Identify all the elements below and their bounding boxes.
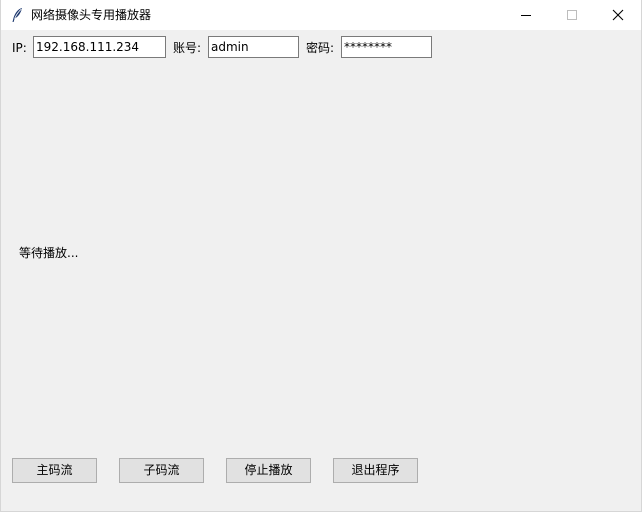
window-title: 网络摄像头专用播放器 xyxy=(31,8,152,22)
password-label: 密码: xyxy=(306,41,335,55)
exit-button[interactable]: 退出程序 xyxy=(333,458,418,483)
close-button[interactable] xyxy=(595,0,641,30)
maximize-button[interactable] xyxy=(549,0,595,30)
minimize-icon xyxy=(521,15,531,16)
title-bar[interactable]: 网络摄像头专用播放器 xyxy=(1,0,641,30)
main-stream-button[interactable]: 主码流 xyxy=(12,458,97,483)
main-window: 网络摄像头专用播放器 IP: 账号: 密码: 等待播放... 主码流 子码流 停… xyxy=(0,0,642,512)
account-input[interactable] xyxy=(208,36,299,58)
minimize-button[interactable] xyxy=(503,0,549,30)
maximize-icon xyxy=(567,10,577,20)
sub-stream-button[interactable]: 子码流 xyxy=(119,458,204,483)
ip-input[interactable] xyxy=(33,36,166,58)
feather-icon xyxy=(10,7,24,23)
close-icon xyxy=(612,9,624,21)
password-input[interactable] xyxy=(341,36,432,58)
ip-label: IP: xyxy=(12,41,27,55)
status-text: 等待播放... xyxy=(19,246,79,260)
account-label: 账号: xyxy=(173,41,202,55)
stop-button[interactable]: 停止播放 xyxy=(226,458,311,483)
